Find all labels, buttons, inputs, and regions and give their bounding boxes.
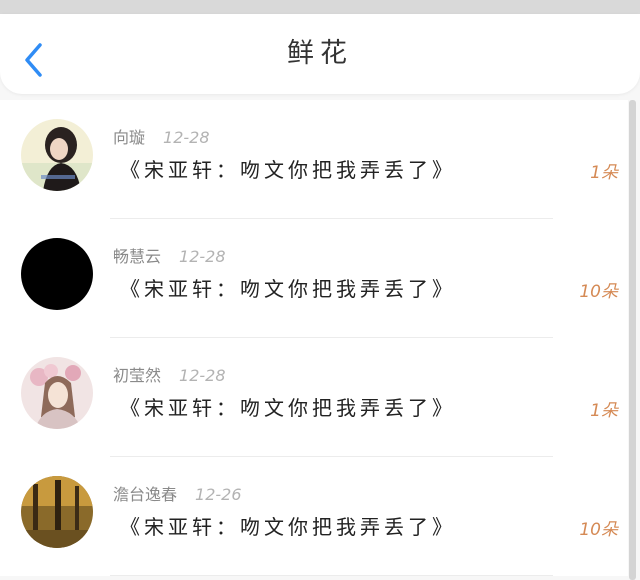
list-item[interactable]: 畅慧云 12-28 《宋亚轩：吻文你把我弄丢了》 10朵 (0, 219, 628, 338)
avatar[interactable] (21, 238, 93, 310)
flower-count: 10朵 (579, 282, 618, 302)
message-text: 《宋亚轩：吻文你把我弄丢了》 (120, 515, 456, 539)
list-item[interactable]: 初莹然 12-28 《宋亚轩：吻文你把我弄丢了》 1朵 (0, 338, 628, 457)
sender-name: 澹台逸春 (113, 485, 178, 504)
flower-count: 1朵 (590, 163, 618, 183)
avatar[interactable] (21, 476, 93, 548)
sent-date: 12-28 (163, 128, 210, 147)
avatar[interactable] (21, 119, 93, 191)
message-text: 《宋亚轩：吻文你把我弄丢了》 (120, 158, 456, 182)
flower-list: 向璇 12-28 《宋亚轩：吻文你把我弄丢了》 1朵 畅慧云 12-28 《宋亚轩：… (0, 100, 628, 576)
status-bar (0, 0, 640, 14)
header-bar: 鲜花 (0, 14, 640, 94)
sender-name: 初莹然 (113, 366, 162, 385)
sender-line: 畅慧云 12-28 (113, 243, 226, 267)
sender-line: 向璇 12-28 (113, 124, 210, 148)
message-text: 《宋亚轩：吻文你把我弄丢了》 (120, 396, 456, 420)
sent-date: 12-26 (195, 485, 242, 504)
scrollbar[interactable] (629, 100, 636, 580)
sent-date: 12-28 (179, 247, 226, 266)
flower-count: 10朵 (579, 520, 618, 540)
sender-name: 畅慧云 (113, 247, 162, 266)
list-item[interactable]: 向璇 12-28 《宋亚轩：吻文你把我弄丢了》 1朵 (0, 100, 628, 219)
row-divider (110, 575, 553, 576)
list-item[interactable]: 澹台逸春 12-26 《宋亚轩：吻文你把我弄丢了》 10朵 (0, 457, 628, 576)
message-text: 《宋亚轩：吻文你把我弄丢了》 (120, 277, 456, 301)
flower-count: 1朵 (590, 401, 618, 421)
sender-name: 向璇 (113, 128, 146, 147)
sender-line: 澹台逸春 12-26 (113, 481, 242, 505)
page-title: 鲜花 (287, 38, 353, 69)
sender-line: 初莹然 12-28 (113, 362, 226, 386)
avatar[interactable] (21, 357, 93, 429)
sent-date: 12-28 (179, 366, 226, 385)
